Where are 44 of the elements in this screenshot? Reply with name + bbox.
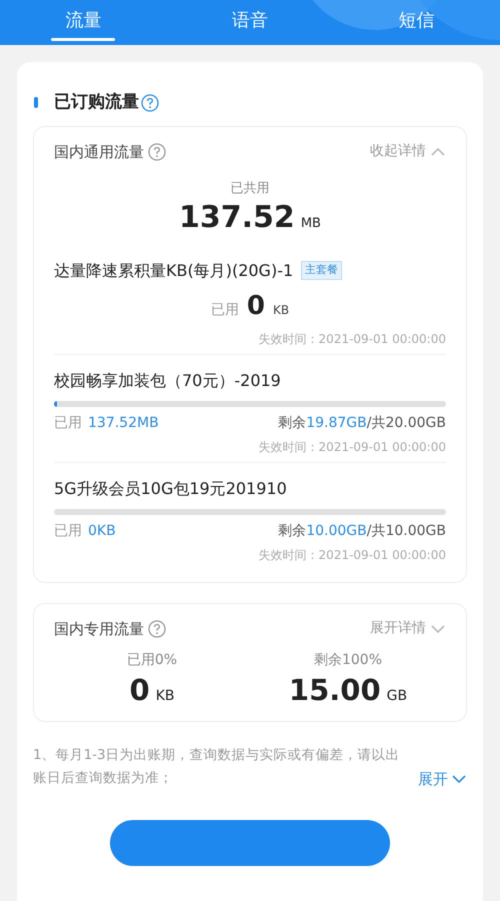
tab[interactable]: 流量 (0, 0, 167, 45)
remaining-value: 10.00GB (306, 522, 367, 540)
used-label: 已用 (210, 300, 239, 320)
expiry-time: 失效时间：2021-09-01 00:00:00 (258, 438, 446, 456)
section-title: 已订购流量 (54, 91, 139, 114)
expand-link[interactable]: 展开 (418, 768, 467, 790)
unit-label: KB (156, 687, 174, 706)
unit-label: GB (386, 687, 408, 706)
remaining-value: 19.87GB (306, 414, 367, 432)
group-title: 国内通用流量 (54, 142, 144, 162)
used-value: 0KB (88, 522, 116, 540)
details-toggle[interactable]: 展开详情 (370, 618, 446, 640)
notice-text: 1、每月1-3日为出账期，查询数据与实际或有偏差，请以出账日后查询数据为准； (33, 746, 401, 788)
expiry-time: 失效时间：2021-09-01 00:00:00 (258, 330, 446, 348)
group-title: 国内专用流量 (54, 618, 144, 640)
remaining-label: 剩余 (278, 414, 306, 432)
help-icon[interactable] (148, 142, 166, 161)
plan-badge: 主套餐 (301, 261, 342, 280)
stat-label: 剩余100% (314, 651, 382, 670)
total-value: /共10.00GB (366, 522, 446, 540)
summary-value: 137.52 (179, 198, 295, 236)
details-toggle[interactable]: 收起详情 (370, 141, 446, 162)
package-name: 达量降速累积量KB(每月)(20G)-1 (54, 260, 294, 282)
used-value: 0 (246, 290, 265, 322)
tab[interactable]: 短信 (333, 0, 500, 45)
used-value: 137.52MB (88, 414, 159, 432)
help-icon[interactable] (148, 620, 166, 638)
package-name: 校园畅享加装包（70元）-2019 (54, 370, 281, 392)
unit-label: KB (272, 302, 290, 318)
help-icon[interactable] (141, 94, 159, 112)
stat-label: 已用0% (126, 651, 178, 670)
used-label: 已用 (54, 522, 82, 540)
tab[interactable]: 语音 (166, 0, 334, 45)
remaining-label: 剩余 (278, 522, 306, 540)
stat-value: 15.00 (288, 672, 381, 709)
recharge-button[interactable] (110, 820, 390, 866)
package-name: 5G升级会员10G包19元201910 (54, 478, 287, 500)
stat-value: 0 (130, 672, 150, 709)
summary-label: 已共用 (230, 180, 270, 198)
accent-bar (34, 97, 38, 108)
expiry-time: 失效时间：2021-09-01 00:00:00 (258, 546, 446, 564)
unit-label: MB (300, 214, 321, 232)
total-value: /共20.00GB (366, 414, 446, 432)
used-label: 已用 (54, 414, 82, 432)
